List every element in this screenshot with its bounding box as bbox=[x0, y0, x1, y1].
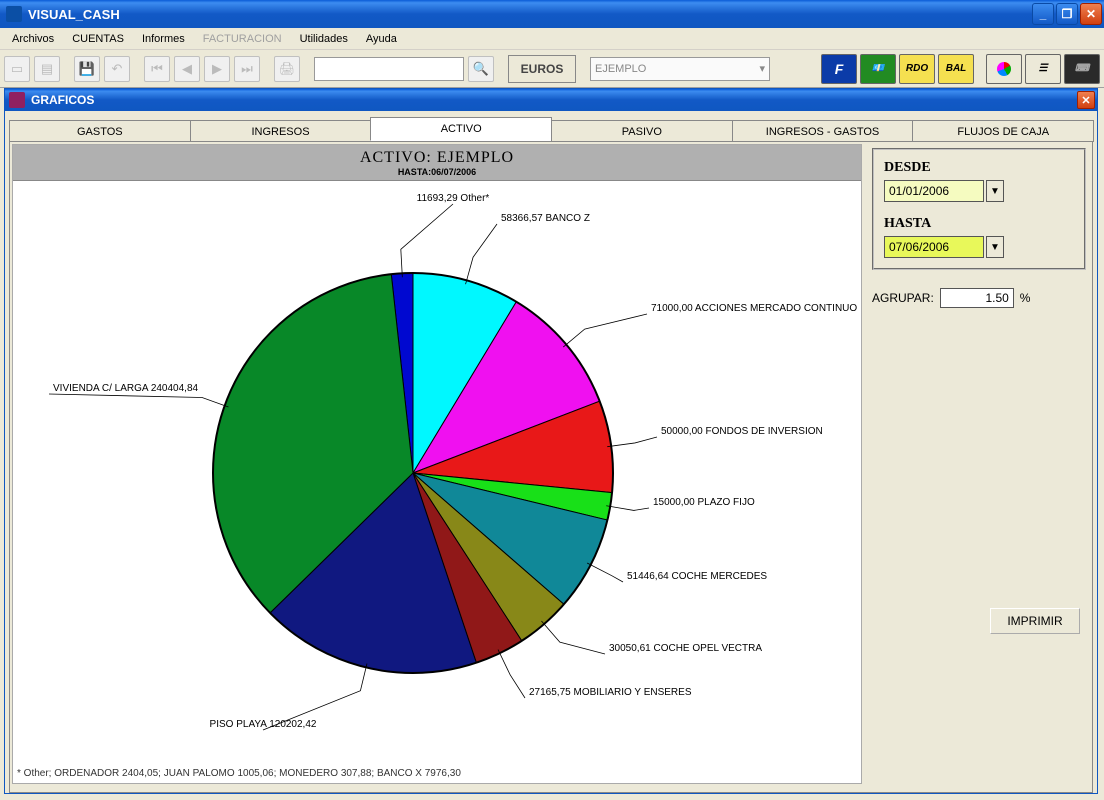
slice-label: PISO PLAYA 120202,42 bbox=[210, 719, 317, 730]
open-icon[interactable]: ▤ bbox=[34, 56, 60, 82]
account-combo[interactable]: EJEMPLO bbox=[590, 57, 770, 81]
slice-label: 71000,00 ACCIONES MERCADO CONTINUO bbox=[651, 303, 857, 314]
tab-gastos[interactable]: GASTOS bbox=[9, 120, 191, 142]
bal-button[interactable]: BAL bbox=[938, 54, 974, 84]
slice-label: 11693,29 Other* bbox=[417, 193, 490, 204]
desde-dropdown[interactable]: ▼ bbox=[986, 180, 1004, 202]
child-title: GRAFICOS bbox=[31, 93, 1077, 107]
menu-facturacion: FACTURACION bbox=[195, 31, 290, 47]
side-panel: DESDE 01/01/2006 ▼ HASTA 07/06/2006 ▼ AG… bbox=[872, 148, 1086, 634]
new-icon[interactable]: ▭ bbox=[4, 56, 30, 82]
toolbar: ▭ ▤ 💾 ↶ ⏮ ◀ ▶ ⏭ 🖨 🔍 EUROS EJEMPLO F 💶 RD… bbox=[0, 50, 1104, 88]
rdo-button[interactable]: RDO bbox=[899, 54, 935, 84]
find-icon[interactable]: 🔍 bbox=[468, 56, 494, 82]
menu-archivos[interactable]: Archivos bbox=[4, 31, 62, 47]
menu-utilidades[interactable]: Utilidades bbox=[292, 31, 356, 47]
pie-icon bbox=[997, 62, 1011, 76]
hasta-label: HASTA bbox=[884, 216, 1074, 232]
menu-ayuda[interactable]: Ayuda bbox=[358, 31, 405, 47]
close-button[interactable]: ✕ bbox=[1080, 3, 1102, 25]
chart-panel: ACTIVO: EJEMPLO HASTA:06/07/2006 11693,2… bbox=[12, 144, 862, 784]
mdi-area: GRAFICOS ✕ GASTOS INGRESOS ACTIVO PASIVO… bbox=[0, 88, 1104, 800]
child-window-icon bbox=[9, 92, 25, 108]
chart-footnote: * Other; ORDENADOR 2404,05; JUAN PALOMO … bbox=[17, 768, 461, 779]
pie-chart: 11693,29 Other* 58366,57 BANCO Z 71000,00 … bbox=[13, 181, 861, 783]
graficos-window: GRAFICOS ✕ GASTOS INGRESOS ACTIVO PASIVO… bbox=[4, 88, 1098, 794]
chart-title: ACTIVO: EJEMPLO bbox=[360, 149, 514, 167]
tab-content: ACTIVO: EJEMPLO HASTA:06/07/2006 11693,2… bbox=[9, 141, 1093, 793]
menu-informes[interactable]: Informes bbox=[134, 31, 193, 47]
agrupar-percent: % bbox=[1020, 291, 1031, 305]
maximize-button[interactable]: ❐ bbox=[1056, 3, 1078, 25]
tab-flujos[interactable]: FLUJOS DE CAJA bbox=[912, 120, 1094, 142]
slice-label: VIVIENDA C/ LARGA 240404,84 bbox=[53, 383, 199, 394]
slice-label: 51446,64 COCHE MERCEDES bbox=[627, 571, 767, 582]
slice-label: 30050,61 COCHE OPEL VECTRA bbox=[609, 643, 762, 654]
agrupar-row: AGRUPAR: % bbox=[872, 288, 1086, 308]
date-frame: DESDE 01/01/2006 ▼ HASTA 07/06/2006 ▼ bbox=[872, 148, 1086, 270]
chart-icon-button[interactable] bbox=[986, 54, 1022, 84]
menu-cuentas[interactable]: CUENTAS bbox=[64, 31, 132, 47]
first-icon[interactable]: ⏮ bbox=[144, 56, 170, 82]
tab-activo[interactable]: ACTIVO bbox=[370, 117, 552, 141]
tabstrip: GASTOS INGRESOS ACTIVO PASIVO INGRESOS -… bbox=[5, 111, 1097, 141]
save-icon[interactable]: 💾 bbox=[74, 56, 100, 82]
slice-label: 15000,00 PLAZO FIJO bbox=[653, 497, 755, 508]
undo-icon[interactable]: ↶ bbox=[104, 56, 130, 82]
child-close-button[interactable]: ✕ bbox=[1077, 91, 1095, 109]
tab-ingresos-gastos[interactable]: INGRESOS - GASTOS bbox=[732, 120, 914, 142]
child-titlebar: GRAFICOS ✕ bbox=[5, 89, 1097, 111]
list-icon-button[interactable]: ☰ bbox=[1025, 54, 1061, 84]
tab-ingresos[interactable]: INGRESOS bbox=[190, 120, 372, 142]
next-icon[interactable]: ▶ bbox=[204, 56, 230, 82]
hasta-dropdown[interactable]: ▼ bbox=[986, 236, 1004, 258]
chart-body: 11693,29 Other* 58366,57 BANCO Z 71000,00 … bbox=[13, 181, 861, 783]
euros-button[interactable]: EUROS bbox=[508, 55, 576, 83]
desde-input[interactable]: 01/01/2006 bbox=[884, 180, 984, 202]
toolbar-search-input[interactable] bbox=[314, 57, 464, 81]
minimize-button[interactable]: _ bbox=[1032, 3, 1054, 25]
main-title: VISUAL_CASH bbox=[28, 7, 1032, 22]
main-titlebar: VISUAL_CASH _ ❐ ✕ bbox=[0, 0, 1104, 28]
account-combo-value: EJEMPLO bbox=[595, 63, 646, 75]
big-button-money[interactable]: 💶 bbox=[860, 54, 896, 84]
big-button-f[interactable]: F bbox=[821, 54, 857, 84]
keyboard-icon-button[interactable]: ⌨ bbox=[1064, 54, 1100, 84]
agrupar-label: AGRUPAR: bbox=[872, 291, 934, 305]
slice-label: 58366,57 BANCO Z bbox=[501, 213, 590, 224]
agrupar-input[interactable] bbox=[940, 288, 1014, 308]
hasta-input[interactable]: 07/06/2006 bbox=[884, 236, 984, 258]
desde-label: DESDE bbox=[884, 160, 1074, 176]
chart-header: ACTIVO: EJEMPLO HASTA:06/07/2006 bbox=[13, 145, 861, 181]
prev-icon[interactable]: ◀ bbox=[174, 56, 200, 82]
chart-subtitle: HASTA:06/07/2006 bbox=[398, 167, 476, 177]
last-icon[interactable]: ⏭ bbox=[234, 56, 260, 82]
slice-label: 50000,00 FONDOS DE INVERSION bbox=[661, 426, 823, 437]
tab-pasivo[interactable]: PASIVO bbox=[551, 120, 733, 142]
app-icon bbox=[6, 6, 22, 22]
slice-label: 27165,75 MOBILIARIO Y ENSERES bbox=[529, 687, 692, 698]
print-icon[interactable]: 🖨 bbox=[274, 56, 300, 82]
menubar: Archivos CUENTAS Informes FACTURACION Ut… bbox=[0, 28, 1104, 50]
imprimir-button[interactable]: IMPRIMIR bbox=[990, 608, 1080, 634]
